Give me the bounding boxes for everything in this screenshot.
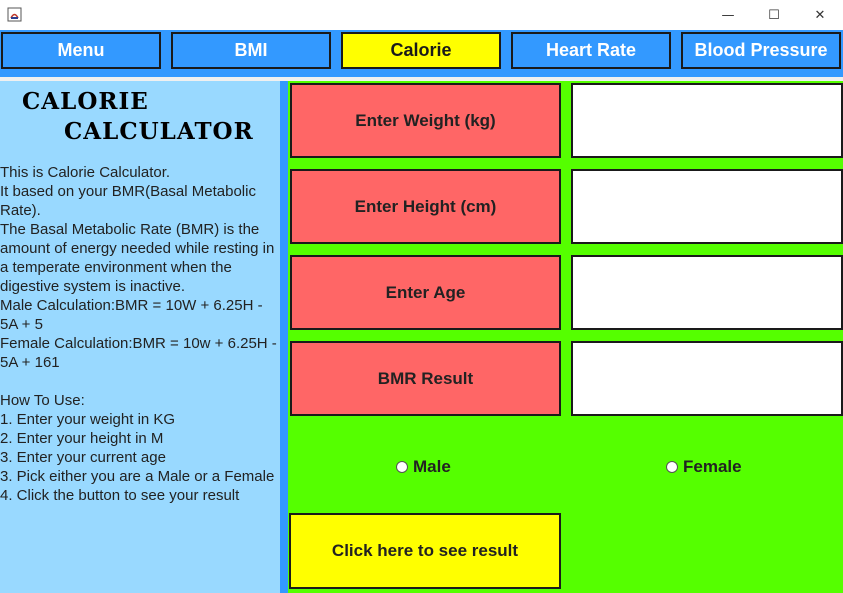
nav-bar: Menu BMI Calorie Heart Rate Blood Pressu… (0, 30, 843, 77)
page-title-line1: CALORIE (22, 88, 149, 115)
height-input[interactable] (571, 169, 843, 244)
male-radio-label: Male (413, 457, 451, 476)
page-title-line2: CALCULATOR (64, 118, 254, 145)
weight-label: Enter Weight (kg) (290, 83, 561, 158)
panel-divider (280, 81, 288, 593)
age-input[interactable] (571, 255, 843, 330)
tab-heart-rate[interactable]: Heart Rate (511, 32, 671, 69)
minimize-button[interactable]: — (705, 0, 751, 30)
male-radio[interactable]: Male (396, 457, 451, 477)
height-label: Enter Height (cm) (290, 169, 561, 244)
female-radio-label: Female (683, 457, 742, 476)
java-app-icon (7, 7, 22, 22)
radio-circle-icon[interactable] (666, 461, 678, 473)
close-button[interactable]: ✕ (797, 0, 843, 30)
maximize-button[interactable]: ☐ (751, 0, 797, 30)
see-result-button[interactable]: Click here to see result (289, 513, 561, 589)
age-label: Enter Age (290, 255, 561, 330)
tab-calorie[interactable]: Calorie (341, 32, 501, 69)
tab-bmi[interactable]: BMI (171, 32, 331, 69)
tab-blood-pressure[interactable]: Blood Pressure (681, 32, 841, 69)
bmr-result-field[interactable] (571, 341, 843, 416)
weight-input[interactable] (571, 83, 843, 158)
female-radio[interactable]: Female (666, 457, 742, 477)
calculator-description: This is Calorie Calculator. It based on … (0, 164, 277, 504)
bmr-result-label: BMR Result (290, 341, 561, 416)
tab-menu[interactable]: Menu (1, 32, 161, 69)
radio-circle-icon[interactable] (396, 461, 408, 473)
title-bar: — ☐ ✕ (0, 0, 843, 30)
